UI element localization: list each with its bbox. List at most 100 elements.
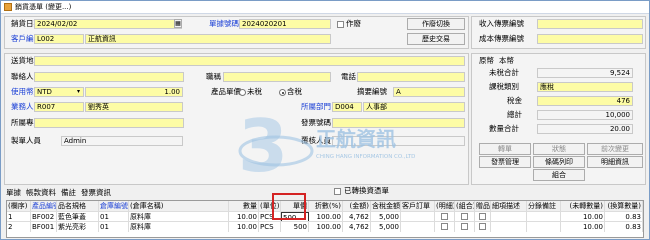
status-button[interactable]: 狀態 <box>533 143 585 155</box>
row-item-desc[interactable] <box>491 222 527 232</box>
row-warehouse-code[interactable]: 01 <box>99 222 129 232</box>
converted-label: 已轉換資憑單 <box>344 186 389 195</box>
line-items-grid[interactable]: (欄序) 產品編號 品名規格 倉庫編號 (倉庫名稱) 數量 (單位) 單價 折數… <box>6 200 644 238</box>
row-unconverted-qty: 10.00 <box>561 222 605 232</box>
col-customer-order[interactable]: 客戶訂單 <box>401 201 435 211</box>
row-unit-price[interactable]: 500 <box>281 222 309 232</box>
row-quantity[interactable]: 10.00 <box>229 222 259 232</box>
row-discount[interactable]: 100.00 <box>309 222 343 232</box>
phone-field[interactable] <box>357 72 465 82</box>
col-quantity[interactable]: 數量 <box>229 201 259 211</box>
previous-change-button[interactable]: 前次變更 <box>587 143 643 155</box>
void-switch-button[interactable]: 作廢切換 <box>407 18 465 30</box>
col-product-code[interactable]: 產品編號 <box>31 201 57 211</box>
local-currency-header: 本幣 <box>499 56 514 65</box>
department-label: 所屬部門 <box>301 102 331 111</box>
col-gift[interactable]: 贈品 <box>475 201 491 211</box>
col-converted-qty[interactable]: (換算數量) <box>605 201 643 211</box>
row-converted-qty: 0.83 <box>605 222 643 232</box>
tab-document[interactable]: 單據 <box>6 187 21 198</box>
row-product-name[interactable]: 紫光亮彩 <box>57 222 99 232</box>
job-title-field[interactable] <box>223 72 331 82</box>
unit-price-label: 產品單價 <box>211 87 241 96</box>
price-taxed-label: 含稅 <box>287 87 302 96</box>
row-combo-checkbox[interactable] <box>455 222 475 232</box>
reviewer-field <box>332 136 465 146</box>
row-entry-note[interactable] <box>527 222 561 232</box>
barcode-print-button[interactable]: 條碼列印 <box>533 156 585 168</box>
row-unit: PCS <box>259 222 281 232</box>
row-amount: 4,762 <box>343 222 371 232</box>
price-untaxed-radio[interactable] <box>239 89 246 96</box>
project-field[interactable] <box>34 118 184 128</box>
col-entry-note[interactable]: 分錄備註 <box>527 201 561 211</box>
price-taxed-radio[interactable] <box>279 89 286 96</box>
sales-code-field[interactable]: R007 <box>34 102 84 112</box>
excerpt-button[interactable]: 轉單 <box>479 143 531 155</box>
col-amount[interactable]: (金額) <box>343 201 371 211</box>
contact-field[interactable] <box>34 72 184 82</box>
col-warehouse-code[interactable]: 倉庫編號 <box>99 201 129 211</box>
grand-total-label: 總計 <box>507 110 522 119</box>
tab-invoice-info[interactable]: 發票資訊 <box>81 187 111 198</box>
price-untaxed-label: 未稅 <box>247 87 262 96</box>
row-warehouse-name: 原料庫 <box>129 222 229 232</box>
col-combo[interactable]: (組合) <box>455 201 475 211</box>
tax-value-field[interactable]: 476 <box>537 96 633 106</box>
detail-info-button[interactable]: 明細資訊 <box>587 156 643 168</box>
tab-account[interactable]: 帳款資料 <box>26 187 56 198</box>
tax-type-label: 課稅類別 <box>489 82 519 91</box>
cost-voucher-label: 成本傳票編號 <box>479 34 524 43</box>
combo-button[interactable]: 組合 <box>533 169 585 181</box>
invoice-no-field[interactable] <box>332 118 465 128</box>
dept-name-field[interactable]: 人事部 <box>363 102 465 112</box>
doc-no-field[interactable]: 2024020201 <box>239 19 331 29</box>
cost-voucher-field[interactable] <box>537 34 643 44</box>
tax-label: 稅金 <box>507 96 522 105</box>
tab-notes[interactable]: 備註 <box>61 187 76 198</box>
table-row[interactable]: 1 BF002 藍色筆蓋 01 原料庫 10.00 PCS 500 100.00… <box>7 211 643 222</box>
customer-code-field[interactable]: L002 <box>34 34 84 44</box>
ship-address-field[interactable] <box>34 56 465 66</box>
grid-header-row: (欄序) 產品編號 品名規格 倉庫編號 (倉庫名稱) 數量 (單位) 單價 折數… <box>7 201 643 211</box>
dept-code-field[interactable]: D004 <box>332 102 362 112</box>
summary-label: 摘要編號 <box>357 87 387 96</box>
chevron-down-icon[interactable]: ▾ <box>77 87 80 97</box>
maker-label: 製單人員 <box>11 136 41 145</box>
row-gift-checkbox[interactable] <box>475 222 491 232</box>
sales-name-field[interactable]: 劉秀英 <box>85 102 183 112</box>
row-detail-checkbox[interactable] <box>435 222 455 232</box>
row-product-code[interactable]: BF001 <box>31 222 57 232</box>
phone-label: 電話 <box>341 72 356 81</box>
receipt-voucher-field[interactable] <box>537 19 643 29</box>
tax-type-select[interactable]: 應稅 <box>537 82 633 92</box>
void-label: 作廢 <box>346 19 361 28</box>
col-discount[interactable]: 折數(%) <box>309 201 343 211</box>
row-tax-amount: 5,000 <box>371 222 401 232</box>
app-icon <box>4 3 12 11</box>
history-button[interactable]: 歷史交易 <box>407 33 465 45</box>
table-row[interactable]: 2 BF001 紫光亮彩 01 原料庫 10.00 PCS 500 100.00… <box>7 221 643 232</box>
col-unconverted-qty[interactable]: (未轉數量) <box>561 201 605 211</box>
customer-name-field[interactable]: 正航資訊 <box>85 34 331 44</box>
exchange-rate-field[interactable]: 1.00 <box>85 87 183 97</box>
summary-field[interactable]: A <box>393 87 465 97</box>
tab-strip: 單據 帳款資料 備註 發票資訊 <box>6 187 111 198</box>
sale-date-field[interactable]: 2024/02/02 <box>34 19 182 29</box>
grand-total-value: 10,000 <box>537 110 633 120</box>
converted-checkbox[interactable] <box>334 188 341 195</box>
doc-no-label: 單據號碼 <box>209 19 239 28</box>
invoice-manage-button[interactable]: 發票管理 <box>479 156 531 168</box>
col-tax-amount[interactable]: 含稅金額 <box>371 201 401 211</box>
row-customer-order[interactable] <box>401 222 435 232</box>
col-warehouse-name[interactable]: (倉庫名稱) <box>129 201 229 211</box>
col-detail[interactable]: (明細) <box>435 201 455 211</box>
col-item-desc[interactable]: 細項描述 <box>491 201 527 211</box>
calendar-icon[interactable]: ▦ <box>174 19 182 28</box>
col-seq[interactable]: (欄序) <box>7 201 31 211</box>
window-title: 銷貨憑單 (變更...) <box>15 3 72 11</box>
reviewer-label: 覆核人員 <box>301 136 331 145</box>
void-checkbox[interactable] <box>337 21 344 28</box>
col-product-name[interactable]: 品名規格 <box>57 201 99 211</box>
row-seq: 2 <box>7 222 31 232</box>
